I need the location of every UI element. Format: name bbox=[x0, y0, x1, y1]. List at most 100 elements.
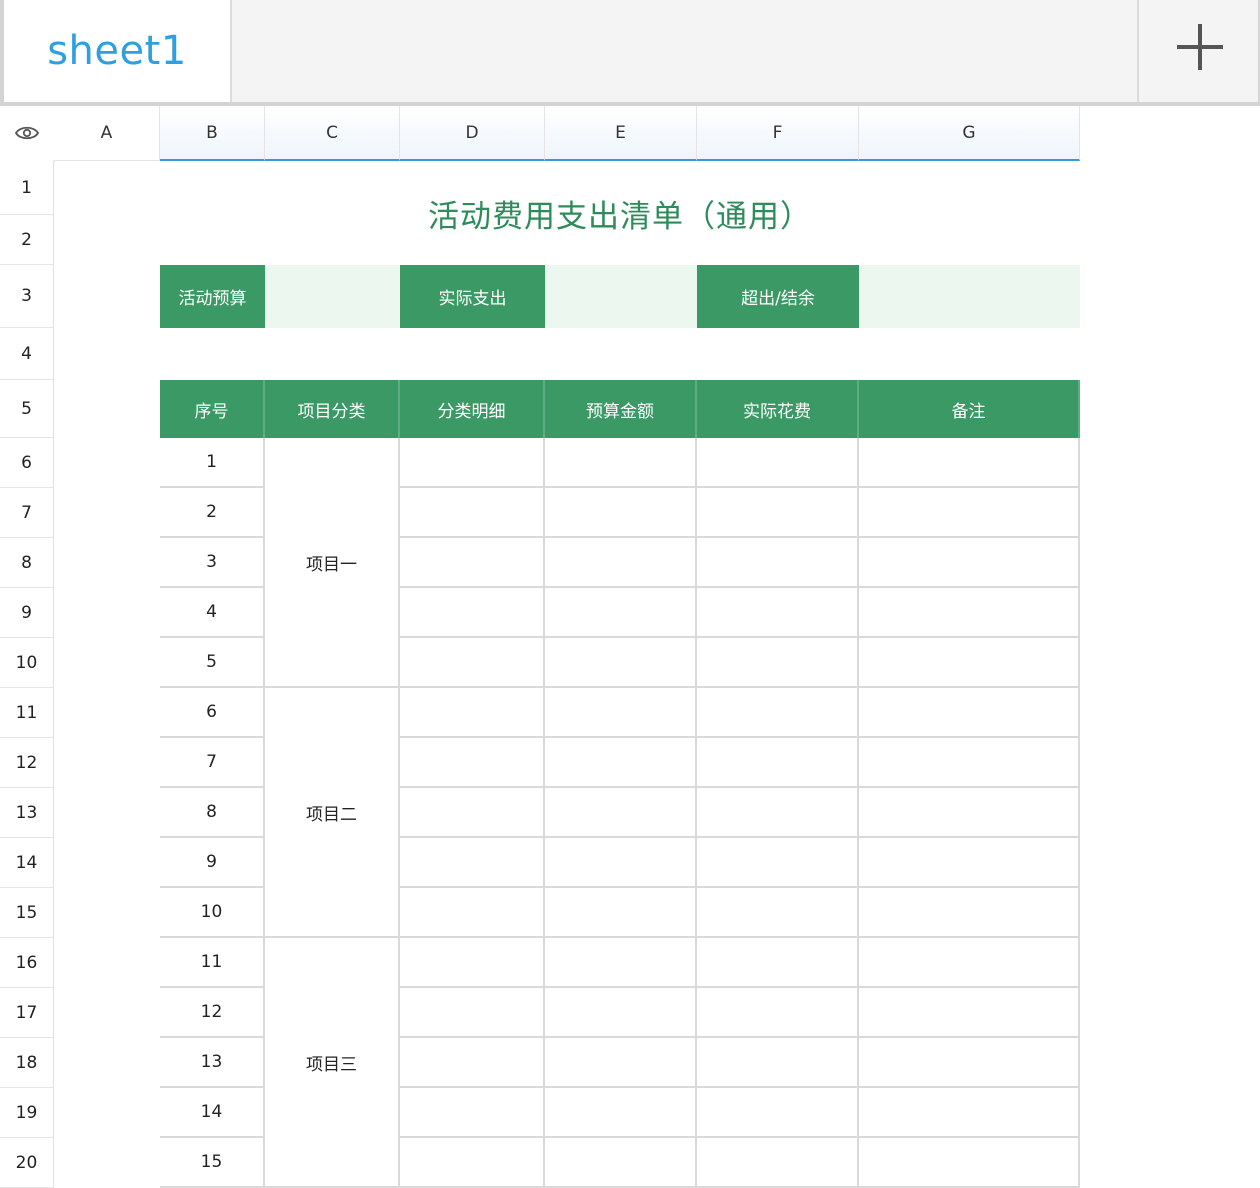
data-cell[interactable] bbox=[697, 1138, 859, 1188]
group-cell[interactable]: 项目二 bbox=[265, 688, 400, 938]
data-cell[interactable] bbox=[859, 738, 1080, 788]
row-header-20[interactable]: 20 bbox=[0, 1138, 54, 1188]
data-cell[interactable] bbox=[400, 738, 545, 788]
seq-cell[interactable]: 7 bbox=[160, 738, 265, 788]
column-header-f[interactable]: F bbox=[697, 106, 859, 161]
data-cell[interactable] bbox=[697, 938, 859, 988]
data-cell[interactable] bbox=[859, 488, 1080, 538]
data-cell[interactable] bbox=[400, 1138, 545, 1188]
sheet-title[interactable]: 活动费用支出清单（通用） bbox=[160, 161, 1080, 265]
data-cell[interactable] bbox=[697, 588, 859, 638]
row-header-3[interactable]: 3 bbox=[0, 265, 54, 328]
row-header-6[interactable]: 6 bbox=[0, 438, 54, 488]
data-cell[interactable] bbox=[545, 1038, 697, 1088]
data-cell[interactable] bbox=[400, 538, 545, 588]
data-cell[interactable] bbox=[400, 438, 545, 488]
row-header-8[interactable]: 8 bbox=[0, 538, 54, 588]
column-header-c[interactable]: C bbox=[265, 106, 400, 161]
data-cell[interactable] bbox=[545, 638, 697, 688]
row-header-13[interactable]: 13 bbox=[0, 788, 54, 838]
row-header-7[interactable]: 7 bbox=[0, 488, 54, 538]
data-cell[interactable] bbox=[697, 538, 859, 588]
table-header-cell[interactable]: 实际花费 bbox=[697, 380, 859, 438]
table-header-cell[interactable]: 备注 bbox=[859, 380, 1080, 438]
data-cell[interactable] bbox=[545, 788, 697, 838]
data-cell[interactable] bbox=[400, 488, 545, 538]
seq-cell[interactable]: 5 bbox=[160, 638, 265, 688]
seq-cell[interactable]: 8 bbox=[160, 788, 265, 838]
data-cell[interactable] bbox=[859, 838, 1080, 888]
data-cell[interactable] bbox=[400, 838, 545, 888]
data-cell[interactable] bbox=[697, 838, 859, 888]
seq-cell[interactable]: 13 bbox=[160, 1038, 265, 1088]
row-header-9[interactable]: 9 bbox=[0, 588, 54, 638]
data-cell[interactable] bbox=[859, 888, 1080, 938]
data-cell[interactable] bbox=[400, 638, 545, 688]
seq-cell[interactable]: 1 bbox=[160, 438, 265, 488]
actual-value-cell[interactable] bbox=[545, 265, 697, 328]
data-cell[interactable] bbox=[545, 938, 697, 988]
row-header-16[interactable]: 16 bbox=[0, 938, 54, 988]
seq-cell[interactable]: 6 bbox=[160, 688, 265, 738]
data-cell[interactable] bbox=[545, 488, 697, 538]
data-cell[interactable] bbox=[697, 1088, 859, 1138]
diff-value-cell[interactable] bbox=[859, 265, 1080, 328]
actual-label-cell[interactable]: 实际支出 bbox=[400, 265, 545, 328]
add-sheet-button[interactable] bbox=[1137, 0, 1258, 102]
data-cell[interactable] bbox=[697, 688, 859, 738]
data-cell[interactable] bbox=[545, 838, 697, 888]
row-header-11[interactable]: 11 bbox=[0, 688, 54, 738]
row-header-5[interactable]: 5 bbox=[0, 380, 54, 438]
group-cell[interactable]: 项目一 bbox=[265, 438, 400, 688]
data-cell[interactable] bbox=[400, 788, 545, 838]
row-header-10[interactable]: 10 bbox=[0, 638, 54, 688]
column-header-d[interactable]: D bbox=[400, 106, 545, 161]
data-cell[interactable] bbox=[697, 488, 859, 538]
data-cell[interactable] bbox=[697, 988, 859, 1038]
column-header-b[interactable]: B bbox=[160, 106, 265, 161]
data-cell[interactable] bbox=[545, 888, 697, 938]
column-header-a[interactable]: A bbox=[54, 106, 160, 161]
seq-cell[interactable]: 4 bbox=[160, 588, 265, 638]
data-cell[interactable] bbox=[859, 1038, 1080, 1088]
data-cell[interactable] bbox=[545, 1138, 697, 1188]
data-cell[interactable] bbox=[400, 1038, 545, 1088]
data-cell[interactable] bbox=[859, 588, 1080, 638]
data-cell[interactable] bbox=[859, 688, 1080, 738]
group-cell[interactable]: 项目三 bbox=[265, 938, 400, 1188]
data-cell[interactable] bbox=[697, 438, 859, 488]
budget-value-cell[interactable] bbox=[265, 265, 400, 328]
seq-cell[interactable]: 3 bbox=[160, 538, 265, 588]
seq-cell[interactable]: 9 bbox=[160, 838, 265, 888]
data-cell[interactable] bbox=[400, 688, 545, 738]
row-header-1[interactable]: 1 bbox=[0, 161, 54, 215]
data-cell[interactable] bbox=[697, 788, 859, 838]
data-cell[interactable] bbox=[545, 688, 697, 738]
table-header-cell[interactable]: 序号 bbox=[160, 380, 265, 438]
table-header-cell[interactable]: 预算金额 bbox=[545, 380, 697, 438]
seq-cell[interactable]: 15 bbox=[160, 1138, 265, 1188]
row-header-18[interactable]: 18 bbox=[0, 1038, 54, 1088]
data-cell[interactable] bbox=[545, 738, 697, 788]
row-header-14[interactable]: 14 bbox=[0, 838, 54, 888]
column-header-g[interactable]: G bbox=[859, 106, 1080, 161]
data-cell[interactable] bbox=[697, 638, 859, 688]
data-cell[interactable] bbox=[400, 588, 545, 638]
data-cell[interactable] bbox=[400, 988, 545, 1038]
seq-cell[interactable]: 12 bbox=[160, 988, 265, 1038]
row-header-19[interactable]: 19 bbox=[0, 1088, 54, 1138]
row-header-2[interactable]: 2 bbox=[0, 215, 54, 265]
data-cell[interactable] bbox=[545, 438, 697, 488]
seq-cell[interactable]: 11 bbox=[160, 938, 265, 988]
data-cell[interactable] bbox=[697, 888, 859, 938]
data-cell[interactable] bbox=[545, 538, 697, 588]
data-cell[interactable] bbox=[859, 538, 1080, 588]
table-header-cell[interactable]: 项目分类 bbox=[265, 380, 400, 438]
data-cell[interactable] bbox=[400, 888, 545, 938]
data-cell[interactable] bbox=[545, 988, 697, 1038]
data-cell[interactable] bbox=[859, 1138, 1080, 1188]
data-cell[interactable] bbox=[859, 788, 1080, 838]
data-cell[interactable] bbox=[859, 638, 1080, 688]
data-cell[interactable] bbox=[545, 588, 697, 638]
budget-label-cell[interactable]: 活动预算 bbox=[160, 265, 265, 328]
